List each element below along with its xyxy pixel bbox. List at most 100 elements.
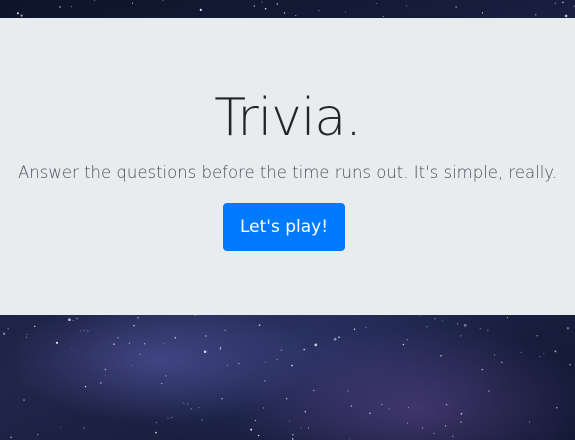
star [539, 356, 541, 358]
star [133, 324, 135, 327]
star [402, 343, 405, 346]
star [460, 412, 463, 415]
star [253, 5, 255, 7]
star [79, 330, 81, 332]
star [406, 5, 408, 7]
star [83, 427, 85, 429]
star [406, 339, 409, 341]
star [488, 390, 490, 392]
star [506, 317, 508, 319]
star [201, 419, 203, 421]
star [238, 362, 240, 365]
star [219, 347, 222, 349]
star [94, 0, 96, 1]
star [456, 323, 459, 325]
star [388, 408, 390, 410]
star [338, 336, 340, 338]
star [257, 434, 260, 437]
star [564, 14, 568, 18]
star [76, 317, 78, 320]
star [10, 436, 12, 439]
star [113, 343, 115, 345]
star [224, 329, 226, 331]
star [353, 328, 356, 330]
star [132, 2, 134, 4]
star [433, 432, 435, 435]
star [536, 335, 538, 337]
star [3, 332, 6, 335]
star [20, 14, 23, 17]
star [7, 328, 9, 330]
star [286, 398, 288, 400]
star [500, 361, 503, 364]
star [59, 6, 61, 8]
star [26, 334, 28, 336]
star [162, 0, 164, 1]
star [313, 389, 315, 392]
star [314, 343, 318, 347]
star [262, 407, 265, 409]
star [292, 434, 294, 436]
star [562, 1, 564, 3]
star [143, 343, 146, 345]
star [487, 329, 489, 332]
star [445, 403, 448, 406]
lets-play-button[interactable]: Let's play! [223, 203, 345, 251]
hero-panel: Trivia. Answer the questions before the … [0, 18, 575, 315]
star [26, 336, 28, 338]
star [183, 402, 185, 404]
star [534, 14, 537, 16]
star [258, 324, 261, 326]
star [100, 382, 102, 384]
star [407, 422, 409, 424]
star [155, 422, 157, 424]
star [117, 337, 119, 339]
star [452, 435, 454, 437]
star [165, 375, 167, 377]
star [199, 8, 202, 12]
star [369, 412, 371, 414]
star [205, 335, 207, 337]
star [333, 337, 337, 341]
star [407, 407, 409, 408]
star [16, 12, 19, 15]
star [481, 12, 484, 14]
star [569, 364, 571, 366]
star [174, 337, 176, 339]
star [554, 2, 556, 5]
star [104, 368, 107, 371]
star [444, 425, 447, 427]
star [72, 320, 74, 321]
star [71, 348, 73, 350]
star [289, 420, 291, 422]
star [68, 318, 71, 322]
star [365, 326, 367, 329]
star [55, 341, 59, 344]
star [381, 403, 383, 405]
star [318, 10, 320, 12]
star [198, 407, 200, 409]
star [187, 403, 189, 405]
star [71, 6, 72, 8]
star [426, 326, 428, 328]
star [264, 7, 267, 10]
star [190, 408, 192, 410]
star [382, 15, 384, 18]
star [556, 407, 558, 409]
star [128, 342, 130, 344]
star [350, 405, 352, 407]
star [440, 355, 442, 357]
star [203, 350, 207, 353]
star [219, 348, 222, 351]
star [375, 2, 377, 4]
star [304, 410, 307, 413]
star [455, 6, 457, 8]
star [131, 364, 133, 366]
star [347, 390, 349, 392]
star [295, 14, 297, 17]
star [283, 12, 286, 14]
star [254, 419, 256, 422]
star [226, 364, 228, 366]
star [554, 350, 557, 353]
star [87, 330, 89, 332]
